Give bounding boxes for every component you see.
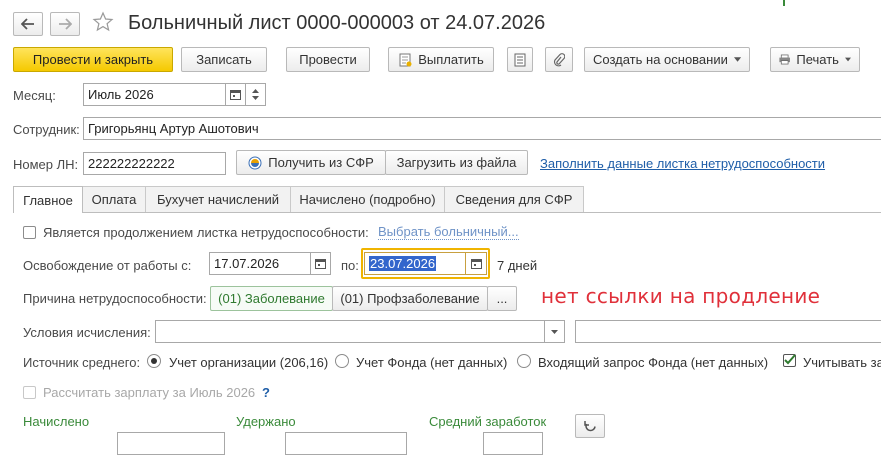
fill-ln-data-link[interactable]: Заполнить данные листка нетрудоспособнос… xyxy=(540,156,825,171)
chevron-up-icon xyxy=(252,89,259,93)
page-title: Больничный лист 0000-000003 от 24.07.202… xyxy=(128,12,546,34)
arrow-left-icon xyxy=(21,18,34,30)
conditions-label: Условия исчисления: xyxy=(23,325,151,340)
get-from-sfr-label: Получить из СФР xyxy=(268,155,374,170)
register-button[interactable] xyxy=(507,47,533,72)
help-icon[interactable]: ? xyxy=(262,385,270,400)
checkmark-icon xyxy=(784,354,796,365)
post-and-close-button[interactable]: Провести и закрыть xyxy=(13,47,173,72)
avg-earnings-section-label: Средний заработок xyxy=(429,414,547,429)
reason-occupational-toggle[interactable]: (01) Профзаболевание xyxy=(332,286,488,311)
source-label: Источник среднего: xyxy=(23,355,141,370)
save-button[interactable]: Записать xyxy=(181,47,267,72)
tab-panel-border xyxy=(13,212,881,213)
conditions-select[interactable] xyxy=(155,320,548,343)
avg-earnings-input xyxy=(483,432,543,455)
source-fund-label: Учет Фонда (нет данных) xyxy=(356,355,508,370)
release-from-calendar-button[interactable] xyxy=(310,252,331,275)
forward-button[interactable] xyxy=(50,12,80,36)
source-request-radio[interactable] xyxy=(517,354,531,368)
chevron-down-icon xyxy=(252,96,259,100)
ln-number-label: Номер ЛН: xyxy=(13,157,79,172)
printer-icon xyxy=(779,54,790,65)
tab-accrued-detailed[interactable]: Начислено (подробно) xyxy=(290,186,445,212)
tab-payment[interactable]: Оплата xyxy=(82,186,146,212)
accrued-section-label: Начислено xyxy=(23,414,90,429)
release-label: Освобождение от работы с: xyxy=(23,258,192,273)
choose-sick-leave-link[interactable]: Выбрать больничный... xyxy=(378,225,519,240)
reason-disease-toggle[interactable]: (01) Заболевание xyxy=(210,286,333,311)
calendar-icon xyxy=(470,259,482,269)
favorite-star-icon[interactable] xyxy=(92,11,116,35)
days-count: 7 дней xyxy=(497,258,538,273)
release-from-input[interactable]: 17.07.2026 xyxy=(209,252,311,275)
pay-button[interactable]: Выплатить xyxy=(388,47,494,72)
source-request-label: Входящий запрос Фонда (нет данных) xyxy=(538,355,769,370)
calc-salary-label: Рассчитать зарплату за Июль 2026 xyxy=(43,385,256,400)
paperclip-icon xyxy=(553,52,565,66)
source-org-label: Учет организации (206,16) xyxy=(169,355,329,370)
calendar-button[interactable] xyxy=(225,83,246,106)
annotation-text: нет ссылки на продление xyxy=(541,284,821,308)
withheld-input xyxy=(285,432,407,455)
continuation-checkbox[interactable] xyxy=(23,226,36,239)
more-reasons-button[interactable]: ... xyxy=(487,286,517,311)
withheld-section-label: Удержано xyxy=(236,414,296,429)
month-input[interactable]: Июль 2026 xyxy=(83,83,226,106)
ln-number-input[interactable]: 222222222222 xyxy=(83,152,226,175)
sfr-logo-icon xyxy=(248,156,262,169)
consider-checkbox[interactable] xyxy=(783,354,796,367)
release-to-input[interactable]: 23.07.2026 xyxy=(364,252,466,275)
tab-main[interactable]: Главное xyxy=(13,186,83,213)
source-fund-radio[interactable] xyxy=(335,354,349,368)
post-button[interactable]: Провести xyxy=(286,47,370,72)
document-icon xyxy=(399,53,412,66)
calc-salary-checkbox[interactable] xyxy=(23,386,36,399)
release-to-calendar-button[interactable] xyxy=(465,252,487,275)
create-based-on-button[interactable]: Создать на основании xyxy=(584,47,750,72)
to-label: по: xyxy=(341,258,359,273)
arrow-right-icon xyxy=(59,18,72,30)
chevron-down-icon xyxy=(733,57,741,62)
chevron-down-icon xyxy=(844,57,851,62)
register-icon xyxy=(514,53,526,66)
source-org-radio[interactable] xyxy=(147,354,161,368)
pay-button-label: Выплатить xyxy=(418,52,484,67)
refresh-button[interactable] xyxy=(575,414,605,438)
continuation-label: Является продолжением листка нетрудоспос… xyxy=(43,225,369,240)
refresh-icon xyxy=(583,420,596,431)
month-stepper[interactable] xyxy=(245,83,266,106)
calendar-icon xyxy=(315,259,326,269)
employee-input[interactable]: Григорьянц Артур Ашотович xyxy=(83,117,881,140)
chevron-down-icon xyxy=(551,329,558,334)
create-based-on-label: Создать на основании xyxy=(593,52,728,67)
tab-accounting[interactable]: Бухучет начислений xyxy=(145,186,291,212)
conditions-dropdown-button[interactable] xyxy=(544,320,565,343)
print-button-label: Печать xyxy=(796,52,839,67)
reason-label: Причина нетрудоспособности: xyxy=(23,291,207,306)
get-from-sfr-button[interactable]: Получить из СФР xyxy=(236,150,386,175)
load-from-file-button[interactable]: Загрузить из файла xyxy=(385,150,528,175)
calendar-icon xyxy=(230,90,241,100)
window-edge xyxy=(783,0,785,6)
month-label: Месяц: xyxy=(13,88,56,103)
tab-sfr-info[interactable]: Сведения для СФР xyxy=(444,186,584,212)
attach-button[interactable] xyxy=(545,47,573,72)
consider-label: Учитывать за xyxy=(803,355,881,370)
release-to-selected-text: 23.07.2026 xyxy=(369,256,437,271)
accrued-input xyxy=(117,432,225,455)
employee-label: Сотрудник: xyxy=(13,122,80,137)
print-button[interactable]: Печать xyxy=(770,47,860,72)
conditions-extra-input[interactable] xyxy=(575,320,881,343)
back-button[interactable] xyxy=(13,12,43,36)
reason-disease-label: (01) Заболевание xyxy=(218,291,325,306)
